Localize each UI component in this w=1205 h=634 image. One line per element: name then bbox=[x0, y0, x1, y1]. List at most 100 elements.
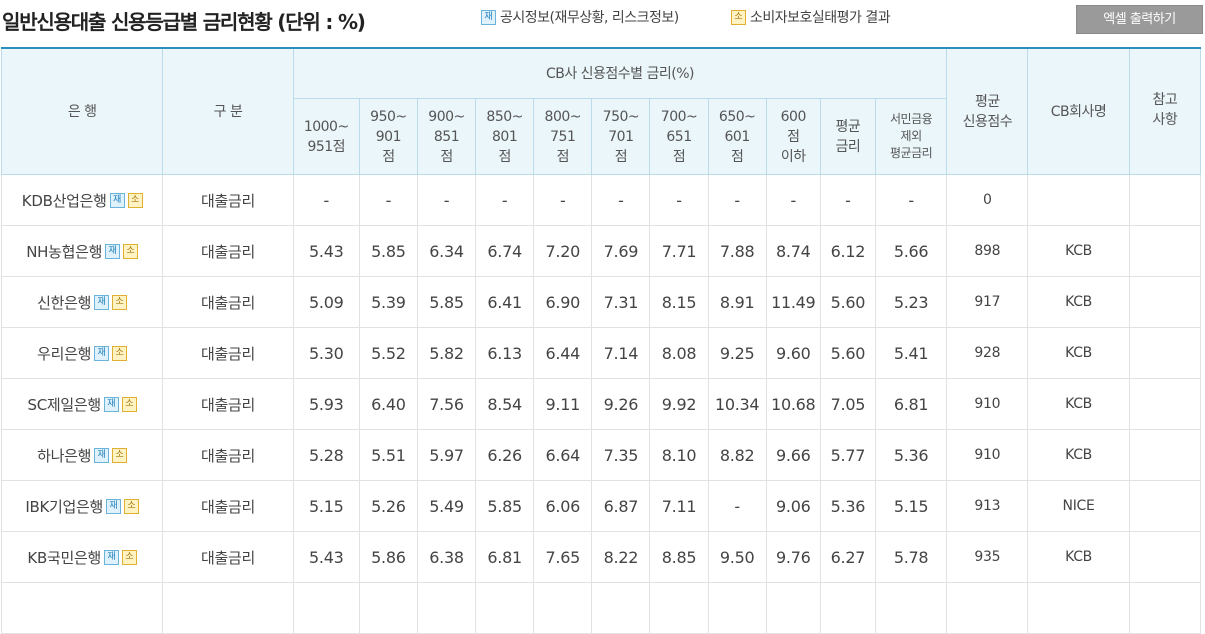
header-cb-rate-group: CB사 신용점수별 금리(%) bbox=[292, 47, 948, 99]
rate-cell: 5.09 bbox=[292, 276, 360, 328]
rate-cell: 5.36 bbox=[819, 480, 876, 532]
rate-cell: 6.44 bbox=[533, 327, 593, 379]
rate-cell: - bbox=[475, 174, 535, 226]
header-bank: 은 행 bbox=[0, 47, 164, 175]
rate-cell: - bbox=[591, 174, 651, 226]
table-row: 신한은행 재 소 대출금리 5.09 5.39 5.85 6.41 6.90 7.31 8.15 8.… bbox=[0, 276, 1202, 328]
header-kind: 구 분 bbox=[162, 47, 294, 175]
cb-company-cell bbox=[1027, 174, 1130, 226]
rate-cell: 5.43 bbox=[292, 225, 360, 277]
rate-cell: 7.14 bbox=[591, 327, 651, 379]
rate-table: 은 행 구 분 CB사 신용점수별 금리(%) 평균 신용점수 CB회사명 참고… bbox=[0, 47, 1202, 634]
reference-cell bbox=[1128, 531, 1202, 583]
header-avg-score: 평균 신용점수 bbox=[946, 47, 1029, 175]
header-score-column: 700~ 651 점 bbox=[649, 98, 709, 175]
table-row: 하나은행 재 소 대출금리 5.28 5.51 5.97 6.26 6.64 7.35 8.10 8.… bbox=[0, 429, 1202, 481]
disclosure-badge-icon[interactable]: 재 bbox=[105, 243, 121, 259]
rate-cell bbox=[416, 582, 477, 634]
loan-type-cell: 대출금리 bbox=[162, 531, 294, 583]
rate-cell: 8.85 bbox=[649, 531, 709, 583]
rate-cell: 8.08 bbox=[649, 327, 709, 379]
loan-type-cell bbox=[162, 582, 294, 634]
rate-cell: - bbox=[649, 174, 709, 226]
header-score-column-label: 650~ 601 점 bbox=[718, 108, 756, 165]
rate-cell: 9.76 bbox=[765, 531, 821, 583]
disclosure-badge-icon[interactable]: 재 bbox=[103, 396, 119, 412]
header-score-column: 750~ 701 점 bbox=[591, 98, 651, 175]
bank-name: NH농협은행 bbox=[26, 242, 103, 261]
consumer-protection-badge-icon[interactable]: 소 bbox=[112, 345, 128, 361]
disclosure-badge-icon[interactable]: 재 bbox=[109, 192, 125, 208]
rate-cell: 5.60 bbox=[819, 276, 876, 328]
disclosure-badge-icon[interactable]: 재 bbox=[94, 345, 110, 361]
consumer-protection-badge-icon[interactable]: 소 bbox=[124, 498, 140, 514]
rate-cell: 5.26 bbox=[358, 480, 418, 532]
bank-name: 우리은행 bbox=[37, 344, 92, 363]
rate-cell bbox=[591, 582, 651, 634]
disclosure-badge-icon[interactable]: 재 bbox=[106, 498, 122, 514]
consumer-protection-badge-icon[interactable]: 소 bbox=[123, 243, 139, 259]
avg-score-cell: 898 bbox=[946, 225, 1029, 277]
consumer-protection-badge-icon[interactable]: 소 bbox=[121, 549, 137, 565]
disclosure-badge-icon[interactable]: 재 bbox=[94, 294, 110, 310]
rate-cell: 9.66 bbox=[765, 429, 821, 481]
top-bar: 일반신용대출 신용등급별 금리현황 (단위 : %) 재 공시정보(재무상황, 리… bbox=[0, 0, 1205, 40]
rate-cell: - bbox=[707, 174, 767, 226]
rate-cell: 11.49 bbox=[765, 276, 821, 328]
header-score-column-label: 750~ 701 점 bbox=[602, 108, 640, 165]
consumer-protection-badge-icon[interactable]: 소 bbox=[127, 192, 143, 208]
reference-cell bbox=[1128, 225, 1202, 277]
rate-cell: - bbox=[707, 480, 767, 532]
header-score-column: 650~ 601 점 bbox=[707, 98, 767, 175]
rate-cell: 9.06 bbox=[765, 480, 821, 532]
bank-cell: SC제일은행 재 소 bbox=[0, 378, 164, 430]
consumer-protection-badge-icon[interactable]: 소 bbox=[112, 294, 128, 310]
rate-cell bbox=[533, 582, 593, 634]
rate-cell: 8.15 bbox=[649, 276, 709, 328]
header-score-column: 평균 금리 bbox=[819, 98, 876, 175]
disclosure-badge-icon: 재 bbox=[481, 9, 496, 25]
header-score-column: 950~ 901 점 bbox=[358, 98, 418, 175]
rate-cell: 5.43 bbox=[292, 531, 360, 583]
rate-cell: 5.49 bbox=[416, 480, 477, 532]
header-score-column-label: 900~ 851 점 bbox=[428, 108, 465, 165]
disclosure-badge-icon[interactable]: 재 bbox=[94, 447, 110, 463]
rate-cell: 5.78 bbox=[874, 531, 948, 583]
consumer-protection-badge-icon: 소 bbox=[731, 9, 746, 25]
rate-cell: 6.12 bbox=[819, 225, 876, 277]
rate-cell: 5.39 bbox=[358, 276, 418, 328]
rate-cell: 9.60 bbox=[765, 327, 821, 379]
rate-cell: 5.82 bbox=[416, 327, 477, 379]
table-row: NH농협은행 재 소 대출금리 5.43 5.85 6.34 6.74 7.20 7.69 7.71… bbox=[0, 225, 1202, 277]
consumer-protection-badge-icon[interactable]: 소 bbox=[112, 447, 128, 463]
page-title: 일반신용대출 신용등급별 금리현황 (단위 : %) bbox=[2, 10, 366, 34]
header-score-column: 600 점 이하 bbox=[765, 98, 821, 175]
excel-export-button[interactable]: 엑셀 출력하기 bbox=[1076, 5, 1203, 34]
rate-cell: 7.31 bbox=[591, 276, 651, 328]
rate-cell bbox=[874, 582, 948, 634]
consumer-protection-badge-icon[interactable]: 소 bbox=[121, 396, 137, 412]
bank-name: KDB산업은행 bbox=[21, 191, 107, 210]
rate-cell: 5.15 bbox=[874, 480, 948, 532]
rate-cell: 6.64 bbox=[533, 429, 593, 481]
rate-cell: 9.25 bbox=[707, 327, 767, 379]
cb-company-cell: KCB bbox=[1027, 225, 1130, 277]
cb-company-cell: KCB bbox=[1027, 327, 1130, 379]
avg-score-cell: 935 bbox=[946, 531, 1029, 583]
rate-cell: - bbox=[874, 174, 948, 226]
disclosure-badge-icon[interactable]: 재 bbox=[103, 549, 119, 565]
rate-cell: 5.52 bbox=[358, 327, 418, 379]
bank-name: IBK기업은행 bbox=[25, 497, 104, 516]
loan-type-cell: 대출금리 bbox=[162, 327, 294, 379]
cb-company-cell: KCB bbox=[1027, 531, 1130, 583]
rate-cell: 8.82 bbox=[707, 429, 767, 481]
rate-cell: 7.69 bbox=[591, 225, 651, 277]
header-score-column-label: 950~ 901 점 bbox=[370, 108, 407, 165]
bank-cell: 신한은행 재 소 bbox=[0, 276, 164, 328]
rate-cell: 7.88 bbox=[707, 225, 767, 277]
rate-cell: 5.93 bbox=[292, 378, 360, 430]
rate-cell: 5.41 bbox=[874, 327, 948, 379]
legend-consumer-protection: 소 소비자보호실태평가 결과 bbox=[731, 7, 891, 27]
avg-score-cell: 913 bbox=[946, 480, 1029, 532]
bank-cell: KDB산업은행 재 소 bbox=[0, 174, 164, 226]
